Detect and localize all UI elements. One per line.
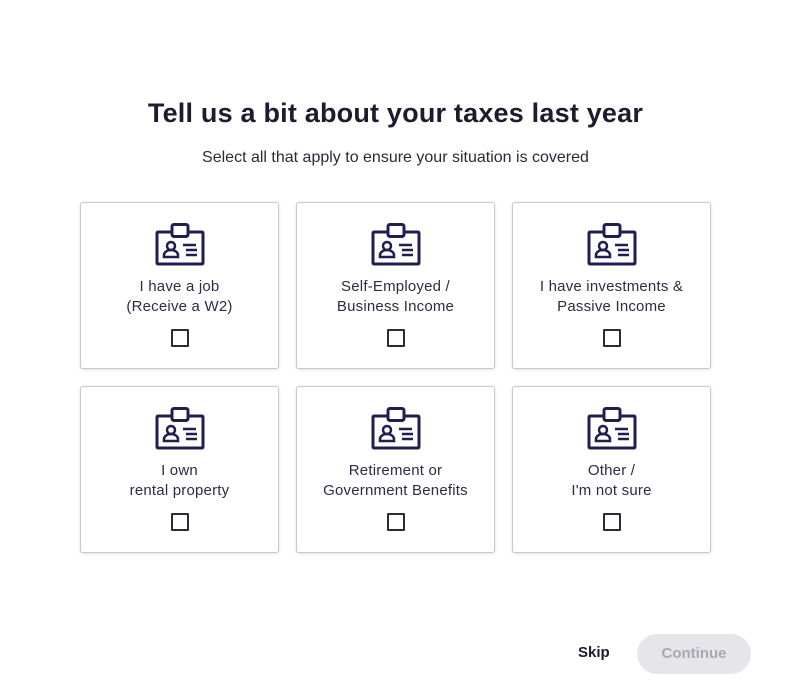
id-badge-icon bbox=[155, 407, 205, 451]
option-label: Self-Employed / Business Income bbox=[297, 277, 494, 317]
option-checkbox[interactable] bbox=[602, 329, 621, 347]
skip-button[interactable]: Skip bbox=[578, 644, 610, 661]
option-checkbox[interactable] bbox=[386, 329, 405, 347]
option-label-line1: I have investments & bbox=[539, 278, 684, 295]
option-checkbox[interactable] bbox=[602, 513, 621, 531]
option-label-line1: Self-Employed / bbox=[341, 278, 450, 295]
option-label-line2: Passive Income bbox=[557, 298, 666, 315]
option-checkbox[interactable] bbox=[386, 513, 405, 531]
option-card-rental-property[interactable]: I own rental property bbox=[80, 386, 279, 553]
id-badge-icon bbox=[155, 223, 205, 267]
option-checkbox[interactable] bbox=[170, 513, 189, 531]
option-label-line1: I own bbox=[161, 462, 198, 479]
option-label-line1: Retirement or bbox=[348, 462, 443, 479]
option-card-investments[interactable]: I have investments & Passive Income bbox=[512, 202, 711, 369]
id-badge-icon bbox=[587, 407, 637, 451]
id-badge-icon bbox=[371, 223, 421, 267]
option-card-self-employed[interactable]: Self-Employed / Business Income bbox=[296, 202, 495, 369]
options-grid: I have a job (Receive a W2) Self-Employe… bbox=[80, 202, 711, 553]
option-label-line2: (Receive a W2) bbox=[126, 298, 233, 315]
option-checkbox[interactable] bbox=[170, 329, 189, 347]
option-label: I have a job (Receive a W2) bbox=[81, 277, 278, 317]
option-label: Retirement or Government Benefits bbox=[297, 461, 494, 501]
page-title: Tell us a bit about your taxes last year bbox=[147, 98, 644, 128]
option-label-line2: I'm not sure bbox=[571, 482, 652, 499]
option-card-job[interactable]: I have a job (Receive a W2) bbox=[80, 202, 279, 369]
id-badge-icon bbox=[371, 407, 421, 451]
option-card-retirement[interactable]: Retirement or Government Benefits bbox=[296, 386, 495, 553]
option-label: Other / I'm not sure bbox=[513, 461, 710, 501]
option-label-line2: Business Income bbox=[336, 298, 455, 315]
continue-button[interactable]: Continue bbox=[637, 634, 751, 674]
tax-situation-page: Tell us a bit about your taxes last year… bbox=[0, 0, 791, 680]
id-badge-icon bbox=[587, 223, 637, 267]
option-label-line1: I have a job bbox=[139, 278, 220, 295]
option-card-other[interactable]: Other / I'm not sure bbox=[512, 386, 711, 553]
option-label-line2: rental property bbox=[129, 482, 230, 499]
page-subtitle: Select all that apply to ensure your sit… bbox=[202, 149, 589, 166]
option-label-line1: Other / bbox=[587, 462, 636, 479]
option-label-line2: Government Benefits bbox=[323, 482, 468, 499]
option-label: I own rental property bbox=[81, 461, 278, 501]
option-label: I have investments & Passive Income bbox=[513, 277, 710, 317]
